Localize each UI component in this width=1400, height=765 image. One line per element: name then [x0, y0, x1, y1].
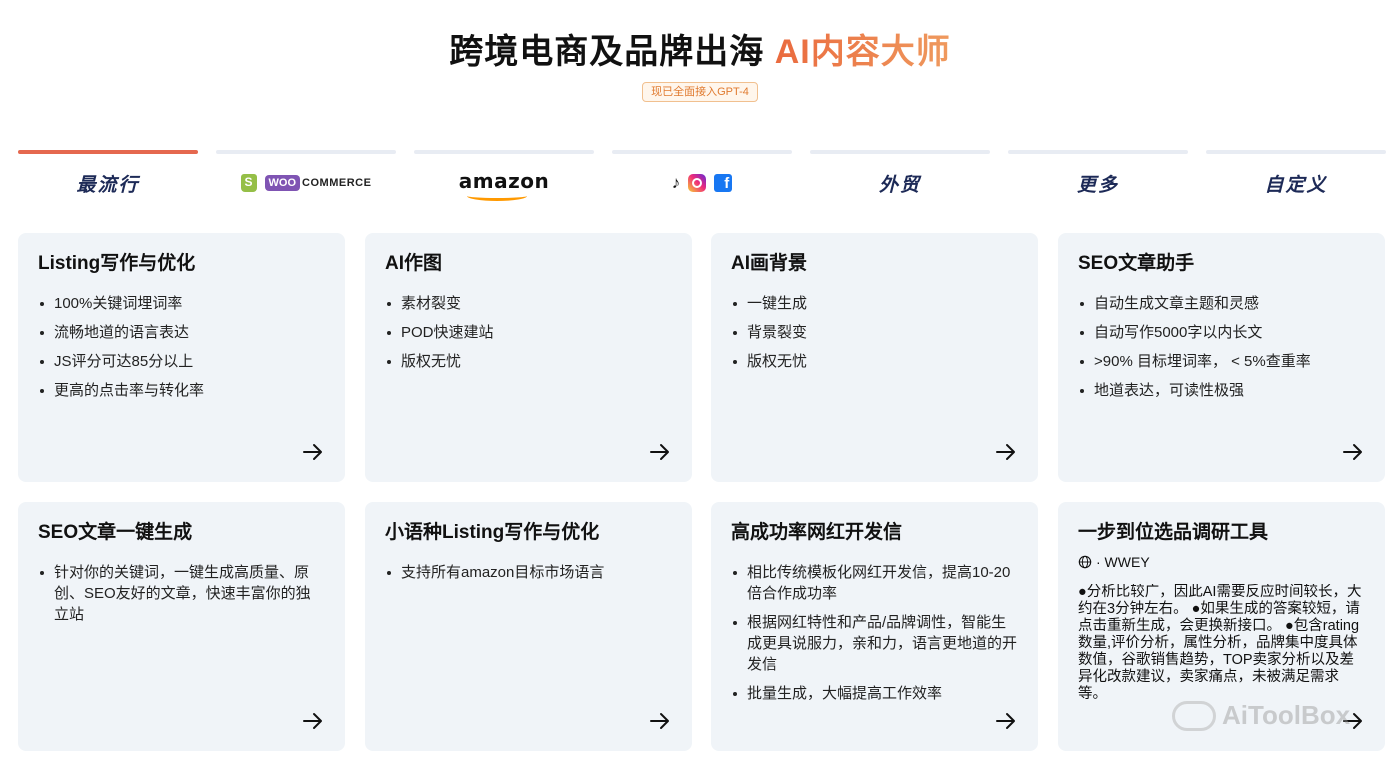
feature-list: 相比传统模板化网红开发信，提高10-20倍合作成功率 根据网红特性和产品/品牌调… [731, 562, 1018, 704]
card-listing-writing[interactable]: Listing写作与优化 100%关键词埋词率 流畅地道的语言表达 JS评分可达… [18, 233, 345, 482]
card-title: 高成功率网红开发信 [731, 522, 903, 543]
hero: 跨境电商及品牌出海 AI内容大师 现已全面接入GPT-4 [0, 30, 1400, 102]
feature-list: 一键生成 背景裂变 版权无忧 [731, 293, 1018, 372]
arrow-right-icon[interactable] [648, 709, 672, 733]
tab-amazon[interactable]: amazon [414, 150, 594, 210]
feature-item: POD快速建站 [385, 322, 672, 343]
tab-label: 自定义 [1264, 174, 1328, 196]
amazon-smile-icon [466, 191, 527, 201]
feature-item: 更高的点击率与转化率 [38, 380, 325, 401]
arrow-right-icon[interactable] [1341, 709, 1365, 733]
tab-indicator [18, 150, 198, 154]
amazon-logo: amazon [458, 169, 550, 201]
feature-list: 自动生成文章主题和灵感 自动写作5000字以内长文 >90% 目标埋词率， < … [1078, 293, 1365, 401]
page-title: 跨境电商及品牌出海 AI内容大师 [0, 30, 1400, 74]
card-title: AI画背景 [731, 253, 808, 274]
feature-list: 针对你的关键词，一键生成高质量、原创、SEO友好的文章，快速丰富你的独立站 [38, 562, 325, 625]
card-ai-image[interactable]: AI作图 素材裂变 POD快速建站 版权无忧 [365, 233, 692, 482]
gpt4-badge: 现已全面接入GPT-4 [642, 82, 758, 102]
card-title: SEO文章一键生成 [38, 522, 193, 543]
feature-item: 100%关键词埋词率 [38, 293, 325, 314]
card-title: 一步到位选品调研工具 [1078, 522, 1269, 543]
tab-indicator [1206, 150, 1386, 154]
feature-item: 背景裂变 [731, 322, 1018, 343]
instagram-icon [688, 174, 707, 192]
tab-more[interactable]: 更多 [1008, 150, 1188, 210]
feature-item: 根据网红特性和产品/品牌调性，智能生成更具说服力，亲和力，语言更地道的开发信 [731, 612, 1018, 675]
woo-pill: WOO [264, 175, 301, 191]
feature-item: 版权无忧 [731, 351, 1018, 372]
globe-icon [1078, 555, 1092, 569]
card-author: · WWEY [1078, 554, 1365, 570]
feature-item: 素材裂变 [385, 293, 672, 314]
card-minor-language-listing[interactable]: 小语种Listing写作与优化 支持所有amazon目标市场语言 [365, 502, 692, 751]
facebook-icon: f [714, 174, 733, 192]
feature-item: 针对你的关键词，一键生成高质量、原创、SEO友好的文章，快速丰富你的独立站 [38, 562, 325, 625]
tiktok-icon: ♪ [671, 173, 681, 192]
tab-label: 更多 [1076, 174, 1119, 196]
page-title-accent: AI内容大师 [774, 33, 951, 71]
feature-item: 地道表达，可读性极强 [1078, 380, 1365, 401]
feature-item: >90% 目标埋词率， < 5%查重率 [1078, 351, 1365, 372]
social-icons: ♪ f [672, 173, 733, 193]
amazon-wordmark: amazon [458, 169, 550, 193]
tab-label: 外贸 [878, 174, 921, 196]
feature-item: JS评分可达85分以上 [38, 351, 325, 372]
feature-item: 自动写作5000字以内长文 [1078, 322, 1365, 343]
tab-indicator [414, 150, 594, 154]
card-title: AI作图 [385, 253, 443, 274]
feature-list: 支持所有amazon目标市场语言 [385, 562, 672, 583]
tab-custom[interactable]: 自定义 [1206, 150, 1386, 210]
woo-word: COMMERCE [302, 177, 372, 189]
author-name: · WWEY [1096, 554, 1150, 570]
tab-popular[interactable]: 最流行 [18, 150, 198, 210]
tab-indicator [612, 150, 792, 154]
category-tabs: 最流行 WOO COMMERCE amazon ♪ f 外贸 更多 [18, 150, 1386, 210]
feature-item: 支持所有amazon目标市场语言 [385, 562, 672, 583]
feature-item: 批量生成，大幅提高工作效率 [731, 683, 1018, 704]
card-seo-one-click[interactable]: SEO文章一键生成 针对你的关键词，一键生成高质量、原创、SEO友好的文章，快速… [18, 502, 345, 751]
arrow-right-icon[interactable] [301, 440, 325, 464]
page-title-main: 跨境电商及品牌出海 [449, 33, 775, 71]
card-seo-assistant[interactable]: SEO文章助手 自动生成文章主题和灵感 自动写作5000字以内长文 >90% 目… [1058, 233, 1385, 482]
woocommerce-logo: WOO COMMERCE [240, 174, 372, 192]
feature-item: 自动生成文章主题和灵感 [1078, 293, 1365, 314]
card-influencer-outreach[interactable]: 高成功率网红开发信 相比传统模板化网红开发信，提高10-20倍合作成功率 根据网… [711, 502, 1038, 751]
card-title: 小语种Listing写作与优化 [385, 522, 600, 543]
tab-indicator [810, 150, 990, 154]
arrow-right-icon[interactable] [994, 440, 1018, 464]
card-description: ●分析比较广，因此AI需要反应时间较长，大约在3分钟左右。 ●如果生成的答案较短… [1078, 584, 1362, 702]
tab-label: 最流行 [76, 174, 140, 196]
card-title: SEO文章助手 [1078, 253, 1195, 274]
tab-social[interactable]: ♪ f [612, 150, 792, 210]
arrow-right-icon[interactable] [1341, 440, 1365, 464]
feature-item: 一键生成 [731, 293, 1018, 314]
tab-foreign-trade[interactable]: 外贸 [810, 150, 990, 210]
tab-indicator [216, 150, 396, 154]
card-title: Listing写作与优化 [38, 253, 196, 274]
arrow-right-icon[interactable] [994, 709, 1018, 733]
woo-wordmark: WOO COMMERCE [264, 175, 372, 191]
arrow-right-icon[interactable] [301, 709, 325, 733]
feature-item: 流畅地道的语言表达 [38, 322, 325, 343]
tab-woocommerce[interactable]: WOO COMMERCE [216, 150, 396, 210]
tab-indicator [1008, 150, 1188, 154]
card-product-research[interactable]: 一步到位选品调研工具 · WWEY ●分析比较广，因此AI需要反应时间较长，大约… [1058, 502, 1385, 751]
feature-list: 素材裂变 POD快速建站 版权无忧 [385, 293, 672, 372]
feature-item: 相比传统模板化网红开发信，提高10-20倍合作成功率 [731, 562, 1018, 604]
feature-list: 100%关键词埋词率 流畅地道的语言表达 JS评分可达85分以上 更高的点击率与… [38, 293, 325, 401]
feature-item: 版权无忧 [385, 351, 672, 372]
shopify-icon [240, 174, 257, 192]
card-ai-background[interactable]: AI画背景 一键生成 背景裂变 版权无忧 [711, 233, 1038, 482]
arrow-right-icon[interactable] [648, 440, 672, 464]
